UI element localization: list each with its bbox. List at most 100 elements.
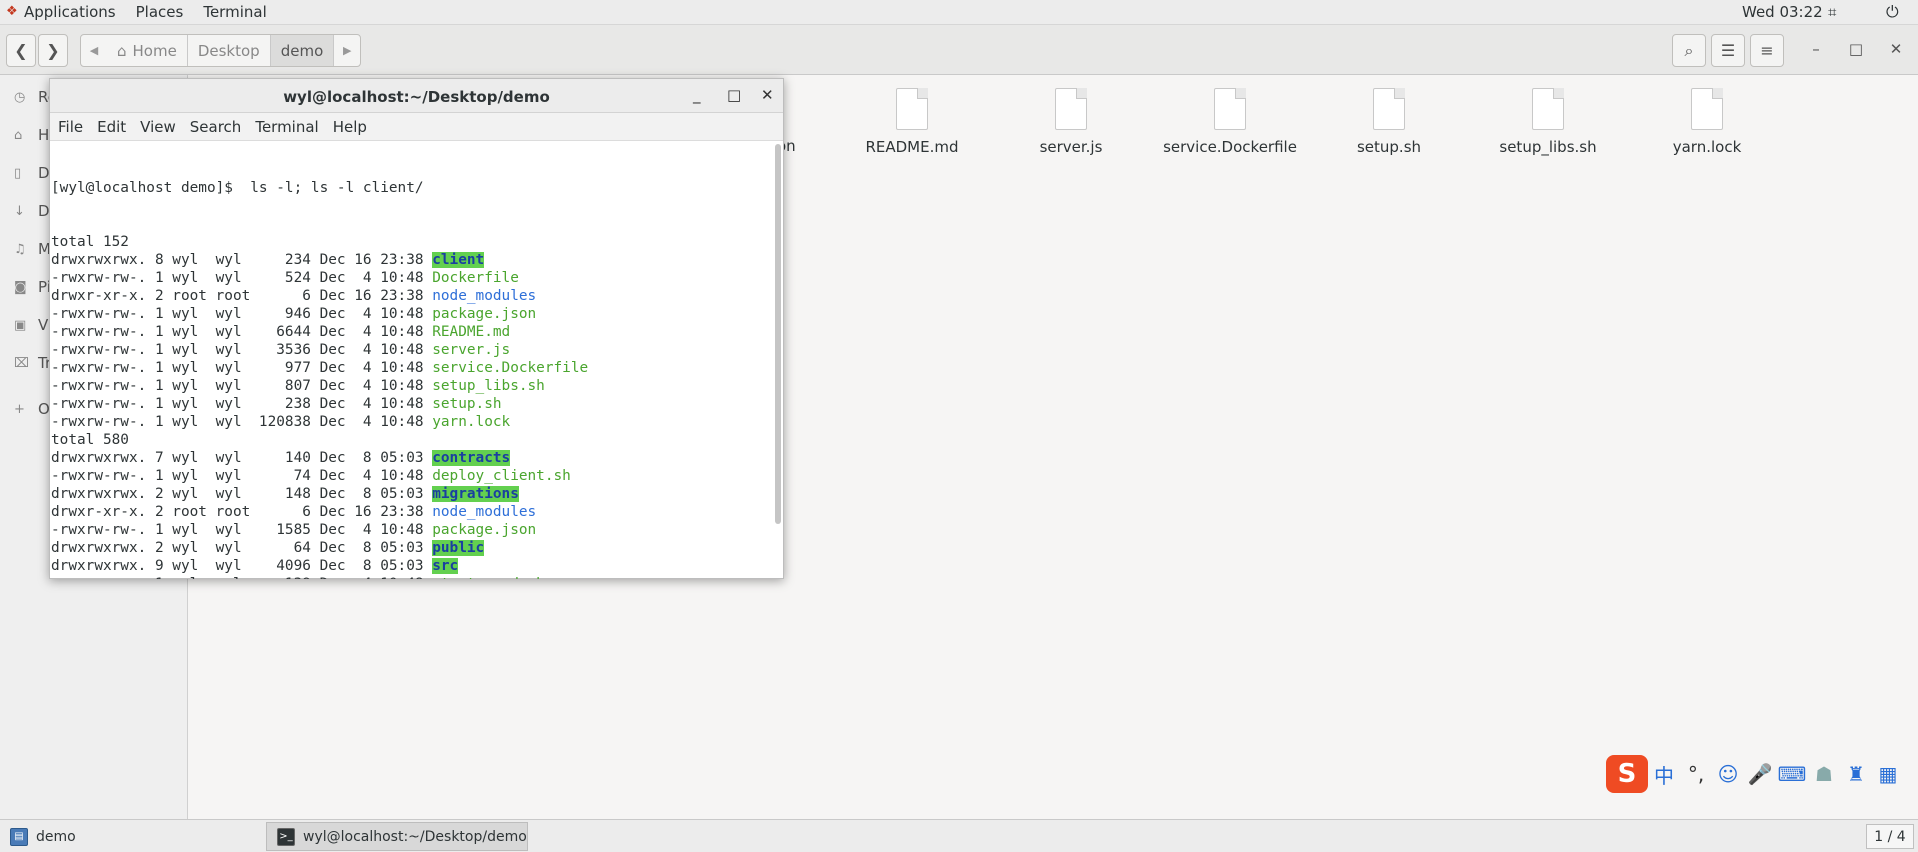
menu-button[interactable]: ≡	[1750, 34, 1784, 67]
path-desktop-button[interactable]: Desktop	[188, 35, 271, 66]
ls-entry-name: package.json	[432, 306, 537, 322]
user-card-icon[interactable]: ☗	[1808, 762, 1840, 786]
sidebar-item-trash[interactable]: ⌧ Tr	[14, 353, 51, 373]
document-icon	[1055, 88, 1087, 130]
file-manager-headerbar: ❮ ❯ ◀ ⌂ Home Desktop demo ▶ ⌕ ☰ ≡ – □ ✕	[0, 25, 1918, 75]
toolbox-grid-icon[interactable]: ▦	[1872, 762, 1904, 786]
terminal-line: -rwxrw-rw-. 1 wyl wyl 3536 Dec 4 10:48 s…	[51, 341, 774, 359]
sidebar-item-music[interactable]: ♫ M	[14, 239, 51, 259]
terminal-line: -rwxrw-rw-. 1 wyl wyl 238 Dec 4 10:48 se…	[51, 395, 774, 413]
search-button[interactable]: ⌕	[1672, 34, 1706, 67]
sidebar-item-home[interactable]: ⌂ H	[14, 125, 49, 145]
terminal-minimize-button[interactable]: _	[693, 86, 701, 104]
terminal-close-button[interactable]: ✕	[761, 86, 774, 104]
punctuation-toggle[interactable]: °,	[1680, 762, 1712, 786]
terminal-scrollbar[interactable]	[775, 144, 781, 524]
ls-entry-meta: -rwxrw-rw-. 1 wyl wyl 6644 Dec 4 10:48	[51, 324, 433, 340]
ls-entry-meta: -rwxrw-rw-. 1 wyl wyl 139 Dec 4 10:48	[51, 576, 432, 579]
menu-terminal[interactable]: Terminal	[255, 118, 318, 136]
terminal-line: drwxrwxrwx. 9 wyl wyl 4096 Dec 8 05:03 s…	[51, 557, 774, 575]
applications-menu[interactable]: Applications	[20, 3, 126, 21]
clock-icon: ◷	[14, 89, 26, 105]
terminal-window[interactable]: wyl@localhost:~/Desktop/demo _ □ ✕ File …	[49, 78, 784, 579]
terminal-line: -rwxrw-rw-. 1 wyl wyl 1585 Dec 4 10:48 p…	[51, 521, 774, 539]
ls-entry-meta: drwxr-xr-x. 2 root root 6 Dec 16 23:38	[51, 288, 433, 304]
document-icon: ▯	[14, 165, 22, 181]
sidebar-item-videos[interactable]: ▣ Vi	[14, 315, 52, 335]
ls-entry-meta: drwxrwxrwx. 2 wyl wyl 64 Dec 8 05:03	[51, 540, 433, 556]
music-icon: ♫	[14, 241, 26, 257]
menu-view[interactable]: View	[140, 118, 176, 136]
path-demo-button[interactable]: demo	[270, 35, 335, 66]
ls-entry-name: README.md	[432, 324, 511, 340]
close-button[interactable]: ✕	[1886, 40, 1906, 60]
keyboard-icon[interactable]: ⌨	[1776, 762, 1808, 786]
file-yarn-lock[interactable]: yarn.lock	[1632, 88, 1782, 156]
file-server-js[interactable]: server.js	[996, 88, 1146, 156]
file-manager-icon: ▤	[10, 827, 28, 846]
download-icon: ↓	[14, 203, 25, 219]
terminal-line: drwxr-xr-x. 2 root root 6 Dec 16 23:38 n…	[51, 503, 774, 521]
plus-icon: +	[14, 401, 25, 417]
chevron-left-icon: ❮	[14, 41, 28, 60]
ls-entry-name: client	[432, 252, 485, 268]
terminal-line: -rwxrw-rw-. 1 wyl wyl 74 Dec 4 10:48 dep…	[51, 467, 774, 485]
terminal-output[interactable]: [wyl@localhost demo]$ ls -l; ls -l clien…	[50, 142, 774, 579]
back-button[interactable]: ❮	[6, 34, 36, 67]
path-scroll-right-button[interactable]: ▶	[334, 35, 360, 66]
clock[interactable]: Wed 03:22	[1742, 3, 1823, 21]
file-service-dockerfile[interactable]: service.Dockerfile	[1155, 88, 1305, 156]
chinese-mode-toggle[interactable]: 中	[1648, 760, 1680, 789]
file-setup-sh[interactable]: setup.sh	[1314, 88, 1464, 156]
sidebar-item-pictures[interactable]: ◙ Pi	[14, 277, 51, 297]
file-setup-libs-sh[interactable]: setup_libs.sh	[1473, 88, 1623, 156]
terminal-icon: >_	[277, 827, 295, 846]
ls-entry-name: node_modules	[432, 504, 537, 520]
ls-entry-meta: drwxrwxrwx. 7 wyl wyl 140 Dec 8 05:03	[51, 450, 433, 466]
chevron-right-icon: ❯	[46, 41, 60, 60]
menu-edit[interactable]: Edit	[97, 118, 126, 136]
terminal-line: drwxrwxrwx. 7 wyl wyl 140 Dec 8 05:03 co…	[51, 449, 774, 467]
sidebar-item-other-locations[interactable]: + O	[14, 399, 50, 419]
file-name: yarn.lock	[1672, 138, 1742, 156]
terminal-app-menu[interactable]: Terminal	[193, 3, 276, 21]
ls-entry-meta: -rwxrw-rw-. 1 wyl wyl 977 Dec 4 10:48	[51, 360, 433, 376]
sogou-logo-icon[interactable]: S	[1606, 755, 1648, 793]
menu-help[interactable]: Help	[333, 118, 367, 136]
terminal-line: total 152	[51, 233, 774, 251]
path-scroll-left-button[interactable]: ◀	[81, 35, 107, 66]
terminal-lines: total 152 drwxrwxrwx. 8 wyl wyl 234 Dec 1…	[51, 233, 774, 579]
workspace-pager[interactable]: 1 / 4	[1866, 824, 1914, 849]
terminal-line: drwxr-xr-x. 2 root root 6 Dec 16 23:38 n…	[51, 287, 774, 305]
document-icon	[1373, 88, 1405, 130]
microphone-icon[interactable]: 🎤	[1744, 762, 1776, 786]
places-menu[interactable]: Places	[126, 3, 194, 21]
ls-entry-meta: total 580	[51, 432, 129, 448]
path-home-button[interactable]: ⌂ Home	[107, 35, 188, 66]
task-demo[interactable]: ▤ demo	[0, 822, 264, 851]
file-name: README.md	[865, 138, 959, 156]
network-icon[interactable]: ⌗	[1828, 3, 1836, 21]
menu-file[interactable]: File	[58, 118, 83, 136]
input-method-toolbar: S 中 °, ☺ 🎤 ⌨ ☗ ♜ ▦	[1606, 754, 1918, 794]
forward-button[interactable]: ❯	[38, 34, 68, 67]
file-readme[interactable]: README.md	[837, 88, 987, 156]
sidebar-item-downloads[interactable]: ↓ D	[14, 201, 50, 221]
bottom-taskbar: ▤ demo >_ wyl@localhost:~/Desktop/demo 1…	[0, 819, 1918, 852]
document-icon	[1691, 88, 1723, 130]
view-toggle-button[interactable]: ☰	[1711, 34, 1745, 67]
terminal-maximize-button[interactable]: □	[727, 86, 741, 104]
file-name: server.js	[1039, 138, 1103, 156]
skin-shirt-icon[interactable]: ♜	[1840, 762, 1872, 786]
terminal-titlebar[interactable]: wyl@localhost:~/Desktop/demo _ □ ✕	[50, 79, 783, 113]
minimize-button[interactable]: –	[1806, 40, 1826, 60]
task-terminal[interactable]: >_ wyl@localhost:~/Desktop/demo	[266, 822, 528, 851]
terminal-line: drwxrwxrwx. 2 wyl wyl 64 Dec 8 05:03 pub…	[51, 539, 774, 557]
power-icon[interactable]: ⏻	[1886, 2, 1899, 22]
maximize-button[interactable]: □	[1846, 40, 1866, 60]
menu-search[interactable]: Search	[190, 118, 242, 136]
sidebar-item-documents[interactable]: ▯ D	[14, 163, 50, 183]
emoji-icon[interactable]: ☺	[1712, 762, 1744, 786]
document-icon	[1214, 88, 1246, 130]
terminal-line: -rwxrw-rw-. 1 wyl wyl 977 Dec 4 10:48 se…	[51, 359, 774, 377]
